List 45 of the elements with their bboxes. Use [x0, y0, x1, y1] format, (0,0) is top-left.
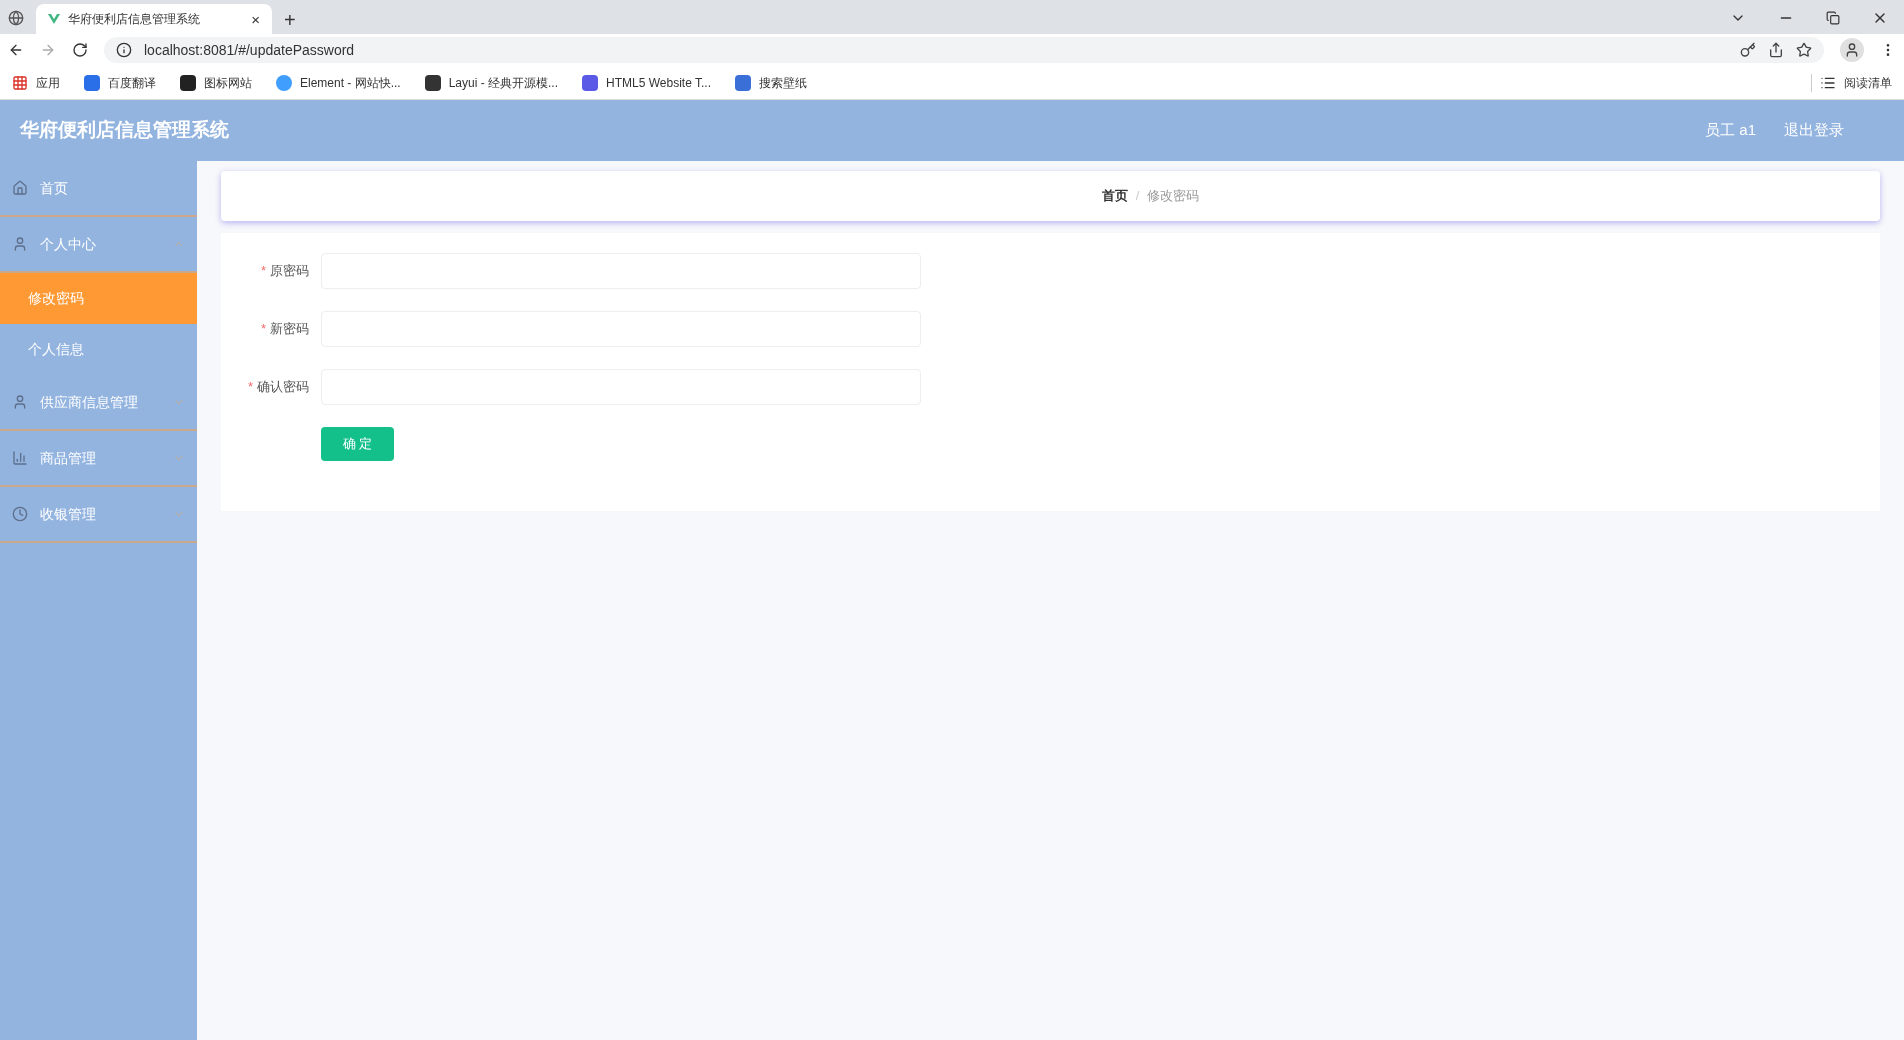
bookmark-item[interactable]: 搜索壁纸 [727, 70, 815, 95]
bookmark-icon [582, 74, 599, 91]
breadcrumb-separator: / [1135, 187, 1140, 206]
back-icon[interactable] [8, 42, 24, 58]
user-name: 员工 a1 [1705, 120, 1756, 141]
bookmark-item[interactable]: 应用 [4, 70, 68, 95]
tab-close-button[interactable]: × [251, 11, 260, 27]
field-label: 确认密码 [257, 378, 309, 397]
globe-icon [8, 10, 24, 26]
bookmark-icon [424, 74, 441, 91]
field-label: 新密码 [270, 320, 309, 339]
bookmark-item[interactable]: 图标网站 [172, 70, 260, 95]
breadcrumb-link[interactable]: 首页 [1101, 186, 1128, 206]
info-icon [116, 42, 132, 58]
address-bar[interactable]: localhost:8081/#/updatePassword [104, 37, 1824, 63]
bookmark-icon [180, 74, 196, 91]
app-title: 华府便利店信息管理系统 [20, 118, 229, 143]
tab-title: 华府便利店信息管理系统 [68, 11, 201, 28]
chart-icon [12, 450, 28, 466]
reload-icon[interactable] [72, 42, 88, 58]
required-mark: * [260, 320, 266, 339]
clock-icon [12, 506, 28, 522]
required-mark: * [260, 262, 266, 281]
logo-icon [48, 13, 60, 25]
field-label: 原密码 [270, 262, 309, 281]
share-icon[interactable] [1768, 42, 1784, 58]
reading-list-button[interactable]: 阅读清单 [1811, 73, 1900, 92]
required-mark: * [247, 378, 253, 397]
bookmark-icon [735, 74, 751, 91]
star-icon[interactable] [1796, 42, 1812, 58]
browser-tab[interactable]: 华府便利店信息管理系统 × [36, 4, 272, 34]
bookmark-item[interactable]: Layui - 经典开源模... [416, 70, 567, 95]
apps-icon [12, 74, 28, 91]
translate-icon [84, 74, 100, 91]
new-tab-button[interactable]: + [284, 10, 296, 30]
key-icon[interactable] [1740, 42, 1756, 58]
bookmark-item[interactable]: 百度翻译 [76, 70, 164, 95]
user-icon [12, 394, 28, 410]
url-text: localhost:8081/#/updatePassword [144, 40, 355, 60]
user-icon [12, 236, 28, 252]
home-icon [12, 180, 28, 196]
bookmark-item[interactable]: HTML5 Website T... [574, 70, 719, 95]
restore-icon[interactable] [1826, 11, 1840, 25]
bookmark-item[interactable]: Element - 网站快... [268, 70, 409, 95]
profile-icon[interactable] [1840, 38, 1864, 62]
